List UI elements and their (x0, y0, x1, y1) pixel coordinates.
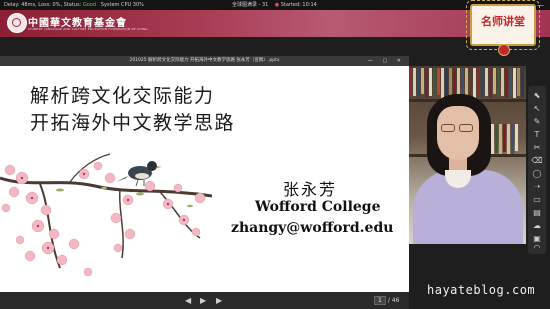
slide-title-line-2: 开拓海外中文教学思路 (30, 112, 236, 134)
select-icon[interactable]: ↖ (531, 103, 543, 115)
pointer-icon[interactable]: ⬉ (531, 90, 543, 102)
network-status-good: Good (82, 2, 96, 8)
speaker-face (437, 106, 479, 160)
lecture-badge: 名师讲堂 (466, 0, 540, 56)
headset-icon[interactable]: ◠ (531, 242, 543, 254)
network-stats: Delay: 48ms, Loss: 0%, Status: Good Syst… (4, 0, 144, 10)
pen-icon[interactable]: ✎ (531, 116, 543, 128)
organization-subtitle: CHINESE LANGUAGE AND CULTURE EDUCATION F… (28, 27, 148, 31)
badge-text: 名师讲堂 (481, 15, 525, 28)
foundation-logo-icon (7, 13, 27, 33)
speaker-name: 张永芳 (283, 180, 338, 199)
arrow-icon[interactable]: ➝ (531, 181, 543, 193)
speaker-video (409, 66, 526, 244)
speaker-institution: Wofford College (255, 199, 381, 215)
shape-icon[interactable]: ◯ (531, 168, 543, 180)
page-indicator: 1/ 46 (374, 296, 399, 305)
blossom-painting (0, 153, 212, 277)
total-pages: / 46 (387, 297, 400, 304)
video-panel-bottom (409, 244, 526, 309)
document-title-bar: 201025 解析跨文化交际能力 开拓海外中文教学思路 张永芳（宣稿）.pptx… (0, 56, 409, 66)
slide-controls: ◀ ▶ ▶ 1/ 46 (0, 292, 409, 309)
text-icon[interactable]: T (531, 129, 543, 141)
recording-time: Started: 10:14 (280, 2, 317, 8)
bookshelf-top (409, 68, 525, 98)
meeting-info: 全球图满录 - 31 ● Started: 10:14 (232, 0, 317, 10)
comment-icon[interactable]: ▭ (531, 194, 543, 206)
next-slide-button[interactable]: ▶ (216, 296, 222, 305)
prev-slide-button[interactable]: ◀ (185, 296, 191, 305)
current-page-input[interactable]: 1 (374, 296, 386, 305)
eraser-icon[interactable]: ⌫ (531, 155, 543, 167)
recording-dot-icon: ● (274, 2, 280, 8)
presentation-slide: 解析跨文化交际能力 开拓海外中文教学思路 张永芳 Wofford College… (0, 66, 409, 292)
window-controls[interactable]: — ▢ ✕ (368, 56, 405, 66)
slide-title-line-1: 解析跨文化交际能力 (30, 85, 215, 107)
chat-icon[interactable]: ▤ (531, 207, 543, 219)
annotation-toolbar: ⬉ ↖ ✎ T ✂ ⌫ ◯ ➝ ▭ ▤ ☁ ▣ ◠ (528, 86, 546, 254)
play-button[interactable]: ▶ (200, 296, 206, 305)
bird-icon (116, 161, 162, 187)
cpu-usage: System CPU 30% (100, 2, 144, 8)
network-stats-label: Delay: 48ms, Loss: 0%, Status: (4, 2, 82, 8)
document-file-title: 201025 解析跨文化交际能力 开拓海外中文教学思路 张永芳（宣稿）.pptx (129, 58, 280, 63)
scissors-icon[interactable]: ✂ (531, 142, 543, 154)
badge-seal-icon (498, 44, 510, 56)
site-watermark: hayateblog.com (427, 283, 536, 297)
cloud-icon[interactable]: ☁ (531, 220, 543, 232)
glasses-icon (439, 124, 477, 132)
meeting-title: 全球图满录 - 31 (232, 2, 269, 8)
speaker-email: zhangy@wofford.edu (231, 220, 394, 236)
